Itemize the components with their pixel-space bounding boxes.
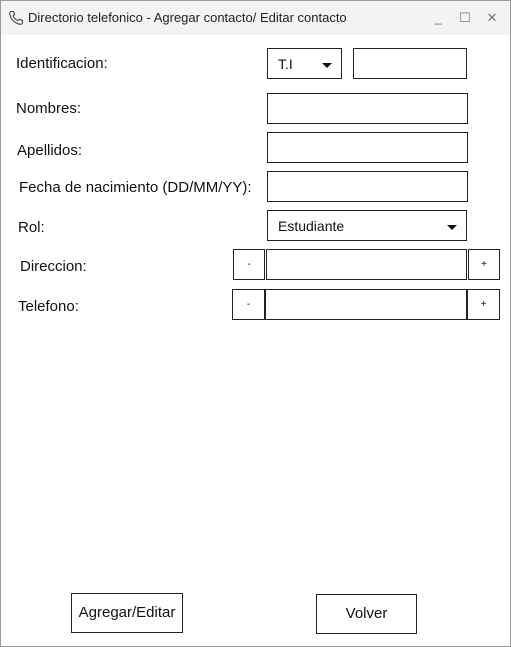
telefono-label: Telefono: xyxy=(18,298,79,315)
id-type-selected: T.I xyxy=(278,56,293,72)
direccion-label: Direccion: xyxy=(20,258,87,275)
apellidos-label: Apellidos: xyxy=(17,142,83,159)
id-type-select[interactable]: T.I xyxy=(267,48,342,79)
volver-button[interactable]: Volver xyxy=(316,594,417,634)
title-bar: Directorio telefonico - Agregar contacto… xyxy=(1,1,510,35)
plus-icon: + xyxy=(480,299,487,310)
identificacion-label: Identificacion: xyxy=(16,55,108,72)
agregar-editar-label: Agregar/Editar xyxy=(78,604,176,621)
maximize-button[interactable]: ☐ xyxy=(456,9,474,27)
plus-icon: + xyxy=(481,259,487,270)
volver-label: Volver xyxy=(345,605,388,622)
direccion-input[interactable] xyxy=(266,249,467,280)
window-title: Directorio telefonico - Agregar contacto… xyxy=(28,10,347,25)
minimize-button[interactable]: _ xyxy=(429,9,447,27)
telefono-add-button[interactable]: + xyxy=(467,289,500,320)
telefono-remove-button[interactable]: - xyxy=(232,289,265,320)
minimize-icon: _ xyxy=(434,10,442,25)
nombres-input[interactable] xyxy=(267,93,468,124)
fecha-label: Fecha de nacimiento (DD/MM/YY): xyxy=(19,179,252,196)
rol-selected: Estudiante xyxy=(278,218,345,234)
close-icon: ✕ xyxy=(486,10,498,25)
chevron-down-icon xyxy=(322,63,332,68)
agregar-editar-button[interactable]: Agregar/Editar xyxy=(71,593,183,633)
rol-select[interactable]: Estudiante xyxy=(267,210,467,241)
maximize-icon: ☐ xyxy=(459,10,471,25)
chevron-down-icon xyxy=(447,225,457,230)
close-button[interactable]: ✕ xyxy=(483,9,501,27)
minus-icon: - xyxy=(247,259,251,270)
nombres-label: Nombres: xyxy=(16,100,82,117)
rol-label: Rol: xyxy=(18,219,45,236)
fecha-input[interactable] xyxy=(267,171,468,202)
direccion-remove-button[interactable]: - xyxy=(233,249,265,280)
apellidos-input[interactable] xyxy=(267,132,468,163)
app-window: Directorio telefonico - Agregar contacto… xyxy=(0,0,511,647)
telefono-input[interactable] xyxy=(265,289,467,320)
identificacion-input[interactable] xyxy=(353,48,467,79)
minus-icon: - xyxy=(246,299,251,310)
phone-icon xyxy=(9,10,23,25)
direccion-add-button[interactable]: + xyxy=(468,249,500,280)
